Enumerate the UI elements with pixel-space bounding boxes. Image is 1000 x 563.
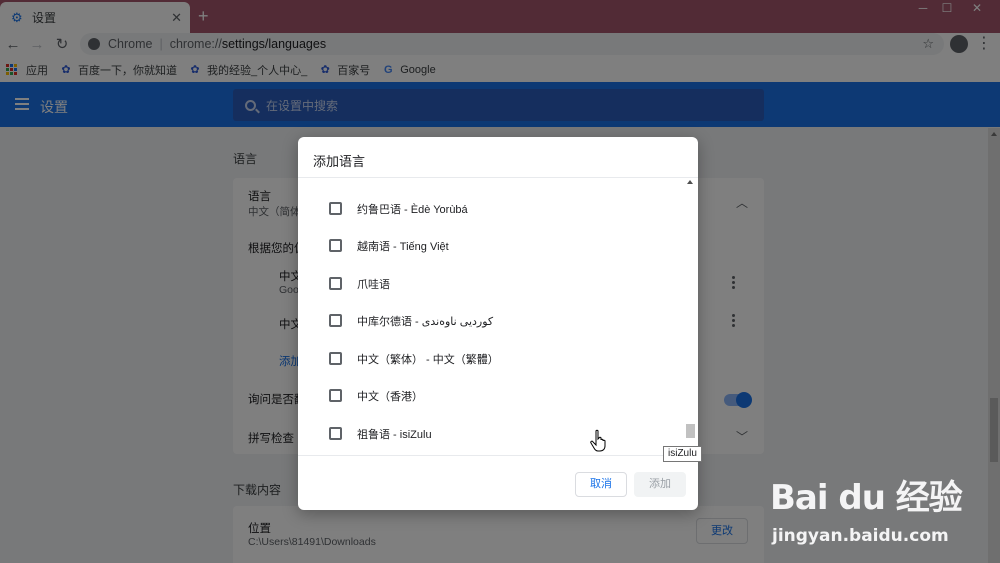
language-option-label: 中文（香港）	[357, 390, 423, 403]
language-option-label: 约鲁巴语 - Èdè Yorùbá	[357, 203, 468, 216]
cancel-button[interactable]: 取消	[575, 472, 627, 497]
add-button[interactable]: 添加	[634, 472, 686, 497]
watermark-brand: Bai du 经验	[770, 478, 963, 518]
watermark-url: jingyan.baidu.com	[772, 526, 949, 546]
baidu-jingyan-watermark: Bai du 经验 jingyan.baidu.com	[770, 462, 996, 562]
language-list[interactable]: 约鲁巴语 - Èdè Yorùbá 越南语 - Tiếng Việt 爪哇语 中…	[298, 178, 684, 455]
language-option-label: 中文（繁体） - 中文（繁體）	[357, 353, 499, 366]
language-option-label: 中库尔德语 - کوردیی ناوەندی	[357, 315, 494, 328]
language-option[interactable]: 越南语 - Tiếng Việt	[298, 227, 684, 264]
dialog-title: 添加语言	[313, 154, 366, 169]
language-checkbox[interactable]	[329, 277, 342, 290]
hand-cursor-icon	[590, 429, 606, 452]
language-checkbox[interactable]	[329, 352, 342, 365]
language-option[interactable]: 祖鲁语 - isiZulu	[298, 415, 684, 452]
language-option[interactable]: 约鲁巴语 - Èdè Yorùbá	[298, 190, 684, 227]
language-option-label: 越南语 - Tiếng Việt	[357, 240, 449, 253]
language-checkbox[interactable]	[329, 202, 342, 215]
language-checkbox[interactable]	[329, 239, 342, 252]
language-option-label: 爪哇语	[357, 278, 390, 291]
add-languages-dialog: 添加语言 约鲁巴语 - Èdè Yorùbá 越南语 - Tiếng Việt …	[298, 137, 698, 510]
scroll-up-arrow-icon[interactable]	[687, 180, 693, 184]
language-checkbox[interactable]	[329, 389, 342, 402]
language-option[interactable]: 爪哇语	[298, 265, 684, 302]
language-list-scrollbar[interactable]	[684, 178, 698, 455]
page-scrollbar-thumb[interactable]	[990, 398, 998, 462]
language-option[interactable]: 中库尔德语 - کوردیی ناوەندی	[298, 302, 684, 339]
tooltip: isiZulu	[663, 446, 702, 462]
language-option[interactable]: 中文（香港）	[298, 377, 684, 414]
language-option[interactable]: 中文（繁体） - 中文（繁體）	[298, 340, 684, 377]
language-checkbox[interactable]	[329, 314, 342, 327]
dialog-actions: 取消 添加	[298, 455, 698, 510]
language-checkbox[interactable]	[329, 427, 342, 440]
scrollbar-thumb[interactable]	[686, 424, 695, 438]
scroll-up-arrow-icon[interactable]	[991, 132, 997, 136]
language-option-label: 祖鲁语 - isiZulu	[357, 428, 432, 441]
